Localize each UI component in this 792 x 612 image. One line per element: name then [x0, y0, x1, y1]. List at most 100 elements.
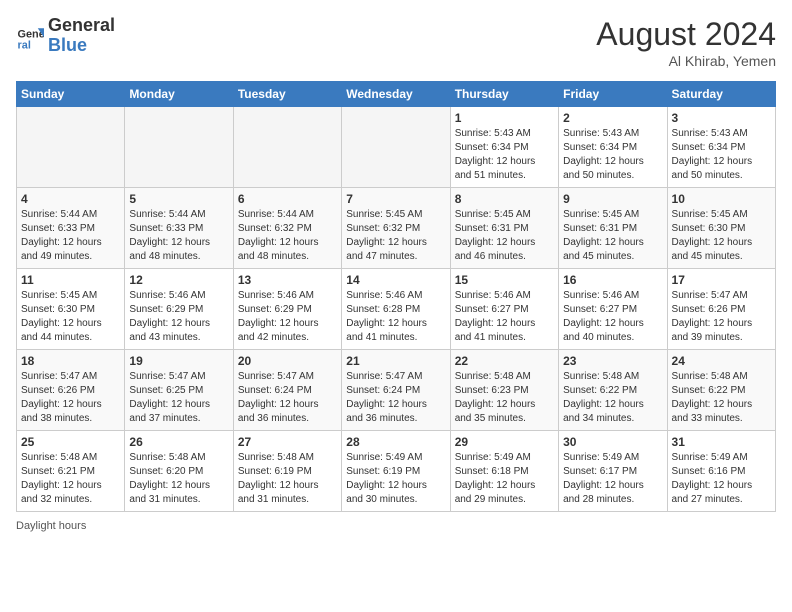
day-info: Sunrise: 5:45 AM Sunset: 6:32 PM Dayligh…	[346, 208, 445, 264]
day-number: 30	[563, 435, 662, 449]
page-header: Gene ral General Blue August 2024 Al Khi…	[16, 16, 776, 69]
calendar-cell: 6 Sunrise: 5:44 AM Sunset: 6:32 PM Daylig…	[233, 188, 341, 269]
day-info: Sunrise: 5:44 AM Sunset: 6:32 PM Dayligh…	[238, 208, 337, 264]
calendar-cell: 13Sunrise: 5:46 AM Sunset: 6:29 PM Dayli…	[233, 269, 341, 350]
day-number: 18	[21, 354, 120, 368]
day-number: 1	[455, 111, 554, 125]
day-info: Sunrise: 5:46 AM Sunset: 6:27 PM Dayligh…	[455, 289, 554, 345]
day-number: 6	[238, 192, 337, 206]
calendar-cell: 7 Sunrise: 5:45 AM Sunset: 6:32 PM Daylig…	[342, 188, 450, 269]
calendar-cell: 10Sunrise: 5:45 AM Sunset: 6:30 PM Dayli…	[667, 188, 775, 269]
day-number: 24	[672, 354, 771, 368]
day-number: 19	[129, 354, 228, 368]
week-row: 11 Sunrise: 5:45 AM Sunset: 6:30 PM Dayli…	[17, 269, 776, 350]
calendar-table: SundayMondayTuesdayWednesdayThursdayFrid…	[16, 81, 776, 512]
day-number: 5	[129, 192, 228, 206]
calendar-cell: 29 Sunrise: 5:49 AM Sunset: 6:18 PM Dayli…	[450, 431, 558, 512]
day-info: Sunrise: 5:48 AM Sunset: 6:21 PM Dayligh…	[21, 451, 120, 507]
logo: Gene ral General Blue	[16, 16, 115, 56]
day-info: Sunrise: 5:44 AM Sunset: 6:33 PM Dayligh…	[21, 208, 120, 264]
day-info: Sunrise: 5:46 AM Sunset: 6:29 PM Dayligh…	[238, 289, 337, 345]
week-row: 25 Sunrise: 5:48 AM Sunset: 6:21 PM Dayli…	[17, 431, 776, 512]
day-info: Sunrise: 5:43 AM Sunset: 6:34 PM Dayligh…	[563, 127, 662, 183]
day-info: Sunrise: 5:49 AM Sunset: 6:16 PM Dayligh…	[672, 451, 771, 507]
day-info: Sunrise: 5:45 AM Sunset: 6:31 PM Dayligh…	[563, 208, 662, 264]
footer: Daylight hours	[16, 520, 776, 532]
daylight-label: Daylight hours	[16, 520, 86, 532]
calendar-cell: 18Sunrise: 5:47 AM Sunset: 6:26 PM Dayli…	[17, 350, 125, 431]
day-info: Sunrise: 5:47 AM Sunset: 6:25 PM Dayligh…	[129, 370, 228, 426]
header-row: SundayMondayTuesdayWednesdayThursdayFrid…	[17, 82, 776, 107]
day-info: Sunrise: 5:47 AM Sunset: 6:24 PM Dayligh…	[346, 370, 445, 426]
calendar-cell: 23Sunrise: 5:48 AM Sunset: 6:22 PM Dayli…	[559, 350, 667, 431]
calendar-cell: 5 Sunrise: 5:44 AM Sunset: 6:33 PM Daylig…	[125, 188, 233, 269]
day-number: 14	[346, 273, 445, 287]
day-number: 7	[346, 192, 445, 206]
day-info: Sunrise: 5:49 AM Sunset: 6:19 PM Dayligh…	[346, 451, 445, 507]
day-info: Sunrise: 5:46 AM Sunset: 6:28 PM Dayligh…	[346, 289, 445, 345]
day-number: 17	[672, 273, 771, 287]
calendar-cell: 15 Sunrise: 5:46 AM Sunset: 6:27 PM Dayli…	[450, 269, 558, 350]
day-info: Sunrise: 5:43 AM Sunset: 6:34 PM Dayligh…	[672, 127, 771, 183]
month-year: August 2024	[596, 16, 776, 53]
svg-text:ral: ral	[18, 39, 31, 50]
week-row: 1 Sunrise: 5:43 AM Sunset: 6:34 PM Daylig…	[17, 107, 776, 188]
calendar-cell: 28 Sunrise: 5:49 AM Sunset: 6:19 PM Dayli…	[342, 431, 450, 512]
day-info: Sunrise: 5:48 AM Sunset: 6:19 PM Dayligh…	[238, 451, 337, 507]
day-info: Sunrise: 5:43 AM Sunset: 6:34 PM Dayligh…	[455, 127, 554, 183]
day-info: Sunrise: 5:48 AM Sunset: 6:22 PM Dayligh…	[672, 370, 771, 426]
day-number: 31	[672, 435, 771, 449]
calendar-cell	[125, 107, 233, 188]
day-number: 28	[346, 435, 445, 449]
calendar-cell: 31 Sunrise: 5:49 AM Sunset: 6:16 PM Dayli…	[667, 431, 775, 512]
day-number: 25	[21, 435, 120, 449]
day-number: 2	[563, 111, 662, 125]
day-info: Sunrise: 5:48 AM Sunset: 6:23 PM Dayligh…	[455, 370, 554, 426]
logo-text: General Blue	[48, 16, 115, 56]
day-info: Sunrise: 5:48 AM Sunset: 6:20 PM Dayligh…	[129, 451, 228, 507]
calendar-cell: 11 Sunrise: 5:45 AM Sunset: 6:30 PM Dayli…	[17, 269, 125, 350]
calendar-cell: 20Sunrise: 5:47 AM Sunset: 6:24 PM Dayli…	[233, 350, 341, 431]
day-info: Sunrise: 5:49 AM Sunset: 6:18 PM Dayligh…	[455, 451, 554, 507]
calendar-cell: 9Sunrise: 5:45 AM Sunset: 6:31 PM Daylig…	[559, 188, 667, 269]
calendar-cell: 26 Sunrise: 5:48 AM Sunset: 6:20 PM Dayli…	[125, 431, 233, 512]
day-info: Sunrise: 5:45 AM Sunset: 6:30 PM Dayligh…	[21, 289, 120, 345]
day-info: Sunrise: 5:48 AM Sunset: 6:22 PM Dayligh…	[563, 370, 662, 426]
day-number: 26	[129, 435, 228, 449]
day-number: 15	[455, 273, 554, 287]
calendar-cell	[233, 107, 341, 188]
day-number: 16	[563, 273, 662, 287]
calendar-cell: 25 Sunrise: 5:48 AM Sunset: 6:21 PM Dayli…	[17, 431, 125, 512]
day-info: Sunrise: 5:49 AM Sunset: 6:17 PM Dayligh…	[563, 451, 662, 507]
calendar-cell: 1 Sunrise: 5:43 AM Sunset: 6:34 PM Daylig…	[450, 107, 558, 188]
location: Al Khirab, Yemen	[596, 53, 776, 69]
day-number: 12	[129, 273, 228, 287]
day-number: 11	[21, 273, 120, 287]
column-header-wednesday: Wednesday	[342, 82, 450, 107]
calendar-cell: 27 Sunrise: 5:48 AM Sunset: 6:19 PM Dayli…	[233, 431, 341, 512]
column-header-thursday: Thursday	[450, 82, 558, 107]
calendar-cell: 3Sunrise: 5:43 AM Sunset: 6:34 PM Daylig…	[667, 107, 775, 188]
day-info: Sunrise: 5:47 AM Sunset: 6:24 PM Dayligh…	[238, 370, 337, 426]
calendar-cell: 22Sunrise: 5:48 AM Sunset: 6:23 PM Dayli…	[450, 350, 558, 431]
column-header-friday: Friday	[559, 82, 667, 107]
title-block: August 2024 Al Khirab, Yemen	[596, 16, 776, 69]
week-row: 4 Sunrise: 5:44 AM Sunset: 6:33 PM Daylig…	[17, 188, 776, 269]
logo-line2: Blue	[48, 35, 87, 55]
day-info: Sunrise: 5:44 AM Sunset: 6:33 PM Dayligh…	[129, 208, 228, 264]
day-number: 29	[455, 435, 554, 449]
calendar-cell: 2 Sunrise: 5:43 AM Sunset: 6:34 PM Daylig…	[559, 107, 667, 188]
day-info: Sunrise: 5:47 AM Sunset: 6:26 PM Dayligh…	[672, 289, 771, 345]
day-info: Sunrise: 5:45 AM Sunset: 6:30 PM Dayligh…	[672, 208, 771, 264]
day-info: Sunrise: 5:46 AM Sunset: 6:27 PM Dayligh…	[563, 289, 662, 345]
calendar-cell: 30 Sunrise: 5:49 AM Sunset: 6:17 PM Dayli…	[559, 431, 667, 512]
column-header-monday: Monday	[125, 82, 233, 107]
logo-line1: General	[48, 15, 115, 35]
day-number: 27	[238, 435, 337, 449]
calendar-cell: 19 Sunrise: 5:47 AM Sunset: 6:25 PM Dayli…	[125, 350, 233, 431]
calendar-cell: 21Sunrise: 5:47 AM Sunset: 6:24 PM Dayli…	[342, 350, 450, 431]
calendar-cell: 8Sunrise: 5:45 AM Sunset: 6:31 PM Daylig…	[450, 188, 558, 269]
calendar-cell: 24 Sunrise: 5:48 AM Sunset: 6:22 PM Dayli…	[667, 350, 775, 431]
day-number: 4	[21, 192, 120, 206]
day-info: Sunrise: 5:45 AM Sunset: 6:31 PM Dayligh…	[455, 208, 554, 264]
